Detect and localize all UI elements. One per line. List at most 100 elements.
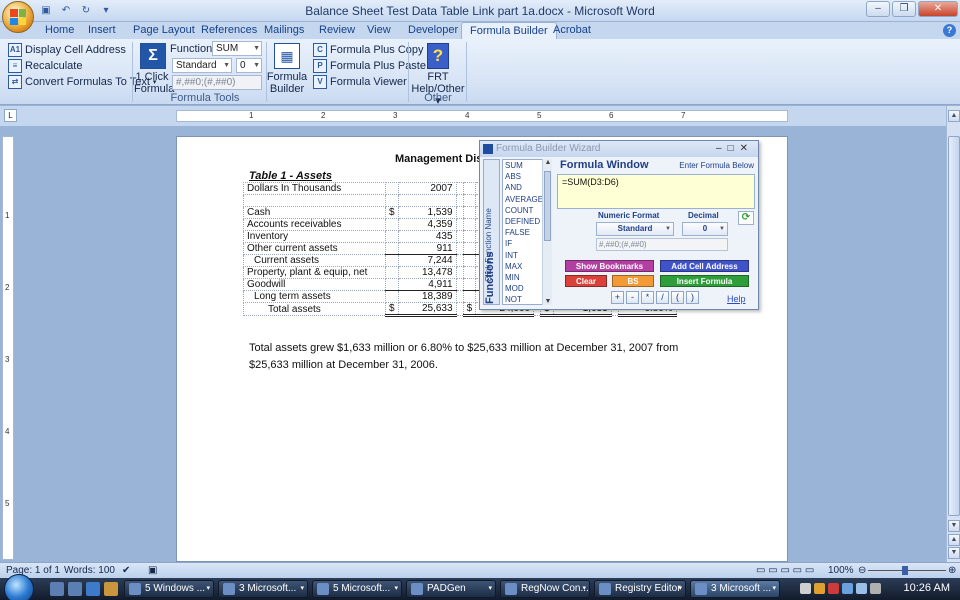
- wizard-window-controls[interactable]: –□✕: [716, 141, 754, 157]
- show-bookmarks-button[interactable]: Show Bookmarks: [565, 260, 654, 272]
- spacer-cell[interactable]: [456, 302, 464, 316]
- ie-icon[interactable]: [86, 582, 100, 596]
- minimize-button[interactable]: –: [866, 1, 890, 17]
- currency-cell[interactable]: [462, 278, 477, 291]
- spacer-cell[interactable]: [456, 230, 464, 243]
- horizontal-ruler[interactable]: 1 2 3 4 5 6 7: [176, 110, 788, 122]
- zoom-slider-knob[interactable]: [902, 566, 908, 575]
- row-label[interactable]: Inventory: [243, 230, 386, 243]
- tab-references[interactable]: References: [201, 24, 257, 36]
- spacer-cell[interactable]: [456, 206, 464, 219]
- function-list-scrollbar[interactable]: ▲ ▼: [542, 159, 552, 305]
- scroll-down-icon[interactable]: ▼: [543, 298, 553, 305]
- currency-cell[interactable]: [462, 254, 477, 267]
- value-cell[interactable]: 4,911: [397, 278, 457, 291]
- format-mask-field[interactable]: #,##0;(#,##0): [172, 75, 262, 90]
- format-mask-field[interactable]: #,##0;(#,##0): [596, 238, 728, 251]
- formula-builder-icon[interactable]: ▦: [274, 43, 300, 69]
- add-cell-address-button[interactable]: Add Cell Address: [660, 260, 749, 272]
- switch-windows-icon[interactable]: [68, 582, 82, 596]
- scroll-up-icon[interactable]: ▲: [543, 159, 553, 166]
- taskbar-item[interactable]: Registry Editor ▾: [594, 580, 686, 598]
- plus-operator-button[interactable]: +: [611, 291, 624, 304]
- open-paren-button[interactable]: (: [671, 291, 684, 304]
- close-paren-button[interactable]: ): [686, 291, 699, 304]
- currency-cell[interactable]: [462, 290, 477, 303]
- formula-input[interactable]: =SUM(D3:D6): [557, 174, 755, 209]
- currency-cell[interactable]: [385, 194, 399, 207]
- spacer-cell[interactable]: [456, 242, 464, 255]
- scroll-thumb[interactable]: [544, 171, 551, 241]
- formula-viewer-button[interactable]: V Formula Viewer: [313, 75, 407, 89]
- macro-record-icon[interactable]: ▣: [148, 565, 157, 576]
- show-desktop-icon[interactable]: [50, 582, 64, 596]
- currency-cell[interactable]: [462, 182, 477, 195]
- spacer-cell[interactable]: [456, 194, 464, 207]
- currency-cell[interactable]: [462, 218, 477, 231]
- tab-developer[interactable]: Developer: [408, 24, 458, 36]
- currency-cell[interactable]: $: [385, 206, 399, 219]
- row-label[interactable]: Property, plant & equip, net: [243, 266, 386, 279]
- numeric-format-select[interactable]: Standard ▼: [596, 222, 674, 236]
- currency-cell[interactable]: [385, 182, 399, 195]
- tray-icon[interactable]: [814, 583, 825, 594]
- bs-button[interactable]: BS: [612, 275, 654, 287]
- formula-plus-copy-button[interactable]: C Formula Plus Copy: [313, 43, 424, 57]
- value-cell[interactable]: 4,359: [397, 218, 457, 231]
- recalculate-button[interactable]: ≡ Recalculate: [8, 59, 82, 73]
- spacer-cell[interactable]: [456, 182, 464, 195]
- vertical-scrollbar[interactable]: ▲ ▼ ▲ ▼: [946, 106, 960, 562]
- close-button[interactable]: ✕: [918, 1, 958, 17]
- help-link[interactable]: Help: [727, 294, 746, 304]
- frt-help-icon[interactable]: ?: [427, 43, 449, 69]
- spacer-cell[interactable]: [456, 218, 464, 231]
- insert-formula-button[interactable]: Insert Formula: [660, 275, 749, 287]
- multiply-operator-button[interactable]: *: [641, 291, 654, 304]
- one-click-formula-icon[interactable]: Σ: [140, 43, 166, 69]
- decimal-select[interactable]: 0 ▼: [682, 222, 728, 236]
- tray-icon[interactable]: [800, 583, 811, 594]
- formula-builder-label[interactable]: Formula Builder: [266, 71, 308, 95]
- currency-cell[interactable]: [462, 194, 477, 207]
- zoom-out-icon[interactable]: ⊖: [858, 565, 866, 576]
- restore-button[interactable]: ❐: [892, 1, 916, 17]
- taskbar-item[interactable]: 3 Microsoft... ▾: [218, 580, 308, 598]
- zoom-level[interactable]: 100%: [828, 565, 854, 576]
- currency-cell[interactable]: [385, 230, 399, 243]
- value-cell[interactable]: 435: [397, 230, 457, 243]
- scroll-down-icon[interactable]: ▼: [948, 520, 960, 532]
- tray-icon[interactable]: [870, 583, 881, 594]
- currency-cell[interactable]: [385, 218, 399, 231]
- tab-view[interactable]: View: [367, 24, 391, 36]
- currency-cell[interactable]: [385, 242, 399, 255]
- row-label[interactable]: Accounts receivables: [243, 218, 386, 231]
- refresh-icon[interactable]: ⟳: [738, 211, 754, 225]
- value-cell[interactable]: 2007: [397, 182, 457, 195]
- value-cell[interactable]: 13,478: [397, 266, 457, 279]
- tab-selector-icon[interactable]: L: [4, 109, 17, 122]
- function-select[interactable]: SUM ▼: [212, 41, 262, 56]
- value-cell[interactable]: 25,633: [397, 302, 457, 317]
- start-button[interactable]: [4, 574, 34, 600]
- currency-cell[interactable]: [385, 278, 399, 291]
- clock[interactable]: 10:26 AM: [904, 582, 950, 594]
- tab-review[interactable]: Review: [319, 24, 355, 36]
- tab-formula-builder[interactable]: Formula Builder: [461, 22, 557, 40]
- decimal-select[interactable]: 0 ▼: [236, 58, 262, 73]
- taskbar-item[interactable]: 3 Microsoft ... ▾: [690, 580, 780, 598]
- next-page-icon[interactable]: ▼: [948, 547, 960, 559]
- row-label[interactable]: Cash: [243, 206, 386, 219]
- row-label[interactable]: Dollars In Thousands: [243, 182, 386, 195]
- folder-icon[interactable]: [104, 582, 118, 596]
- row-label[interactable]: Goodwill: [243, 278, 386, 291]
- scroll-thumb[interactable]: [948, 136, 960, 516]
- spacer-cell[interactable]: [456, 290, 464, 303]
- row-label[interactable]: Other current assets: [243, 242, 386, 255]
- spacer-cell[interactable]: [456, 278, 464, 291]
- taskbar-item[interactable]: RegNow Con... ▾: [500, 580, 590, 598]
- currency-cell[interactable]: $: [385, 302, 399, 317]
- spacer-cell[interactable]: [456, 266, 464, 279]
- spacer-cell[interactable]: [456, 254, 464, 267]
- currency-cell[interactable]: [462, 230, 477, 243]
- tab-acrobat[interactable]: Acrobat: [553, 24, 591, 36]
